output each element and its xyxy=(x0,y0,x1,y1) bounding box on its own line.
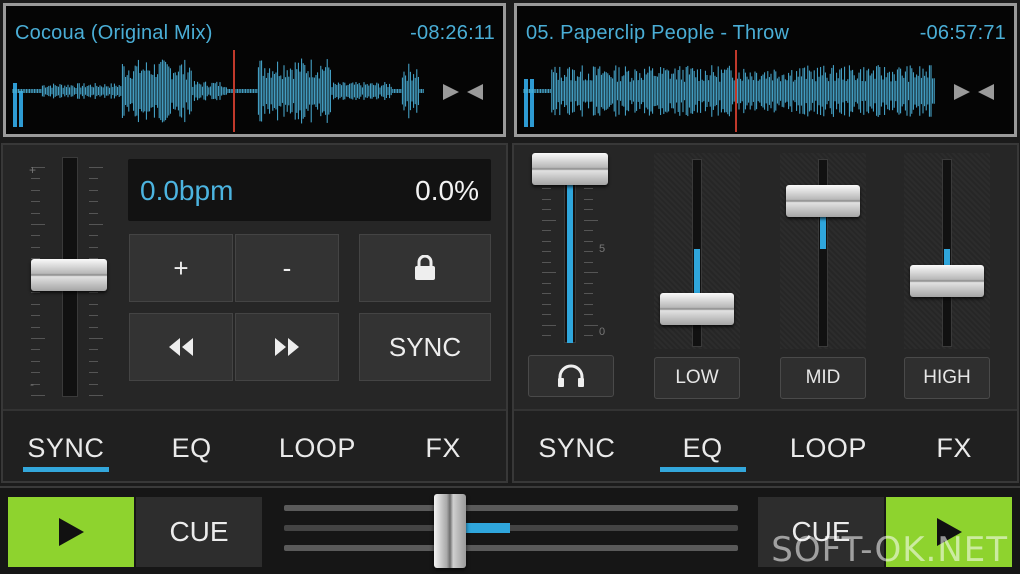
rewind-icon xyxy=(169,338,193,356)
deck-left-tab-bar: SYNC EQ LOOP FX xyxy=(3,409,506,481)
deck-left-waveform-graph[interactable] xyxy=(12,50,424,132)
deck-right-remaining-time: -06:57:71 xyxy=(919,22,1006,44)
crossfader-position-fill xyxy=(462,523,510,533)
crossfader-rail-bottom xyxy=(284,545,738,551)
headphones-icon xyxy=(558,364,584,387)
eq-low-label: LOW xyxy=(675,367,719,388)
headphones-cue-button[interactable] xyxy=(528,355,614,397)
deck-left-track-title: Cocoua (Original Mix) xyxy=(15,22,213,44)
pitch-percent-value: 0.0% xyxy=(415,175,479,206)
crossfader-handle[interactable] xyxy=(434,494,466,568)
eq-low-handle[interactable] xyxy=(660,293,734,325)
pitch-minus-mark: - xyxy=(30,377,34,391)
sync-button[interactable]: SYNC xyxy=(359,313,491,381)
sync-button-label: SYNC xyxy=(388,331,462,362)
tab-sync[interactable]: SYNC xyxy=(514,411,640,481)
deck-right-control-panel: 5 0 LOW MID HIGH SYNC EQ LOOP FX xyxy=(512,143,1019,483)
eq-high-kill-button[interactable]: HIGH xyxy=(904,357,990,399)
deck-right-waveform[interactable]: 05. Paperclip People - Throw -06:57:71 xyxy=(514,3,1017,137)
deck-left-control-panel: + - 0.0bpm 0.0% + - SYNC SYNC EQ LOOP FX xyxy=(1,143,508,483)
play-icon xyxy=(59,518,84,546)
tab-loop[interactable]: LOOP xyxy=(255,411,381,481)
pitch-bend-up-button[interactable] xyxy=(235,313,339,381)
deck-left-waveform[interactable]: Cocoua (Original Mix) -08:26:11 xyxy=(3,3,506,137)
lock-icon xyxy=(415,255,435,280)
deck-right-waveform-graph[interactable] xyxy=(523,50,935,132)
crossfader-rail-top xyxy=(284,505,738,511)
transport-bar: CUE CUE SOFT-OK.NET xyxy=(0,486,1020,574)
eq-mid-handle[interactable] xyxy=(786,185,860,217)
deck-right-nudge-arrows-icon[interactable] xyxy=(950,80,1000,104)
pitch-minus-button[interactable]: - xyxy=(235,234,339,302)
tab-fx[interactable]: FX xyxy=(891,411,1017,481)
deck-left-cue-label: CUE xyxy=(169,516,229,547)
tab-sync[interactable]: SYNC xyxy=(3,411,129,481)
crossfader-rail-middle xyxy=(284,525,738,531)
eq-mid-label: MID xyxy=(805,367,841,388)
eq-mid-level-fill xyxy=(820,217,826,249)
tab-fx[interactable]: FX xyxy=(380,411,506,481)
pitch-bend-down-button[interactable] xyxy=(129,313,233,381)
volume-scale-5: 5 xyxy=(599,243,606,255)
tab-loop[interactable]: LOOP xyxy=(766,411,892,481)
eq-low-level-fill xyxy=(694,249,700,297)
volume-fader-scale-right xyxy=(584,167,598,337)
volume-scale-0: 0 xyxy=(599,326,606,338)
bpm-display: 0.0bpm 0.0% xyxy=(128,159,491,221)
volume-fader-scale-left xyxy=(542,167,556,337)
pitch-minus-label: - xyxy=(282,252,292,283)
pitch-plus-button[interactable]: + xyxy=(129,234,233,302)
bpm-value: 0.0bpm xyxy=(140,175,234,206)
eq-low-kill-button[interactable]: LOW xyxy=(654,357,740,399)
pitch-plus-label: + xyxy=(173,252,189,283)
tab-eq[interactable]: EQ xyxy=(640,411,766,481)
fast-forward-icon xyxy=(275,338,299,356)
volume-fader-fill xyxy=(567,175,573,343)
volume-fader-handle[interactable] xyxy=(532,153,608,185)
pitch-fader-handle[interactable] xyxy=(31,259,107,291)
eq-mid-kill-button[interactable]: MID xyxy=(780,357,866,399)
pitch-plus-mark: + xyxy=(29,163,37,177)
key-lock-button[interactable] xyxy=(359,234,491,302)
deck-left-play-button[interactable] xyxy=(8,497,134,567)
deck-left-remaining-time: -08:26:11 xyxy=(410,22,495,44)
deck-right-tab-bar: SYNC EQ LOOP FX xyxy=(514,409,1017,481)
eq-high-handle[interactable] xyxy=(910,265,984,297)
deck-left-cue-button[interactable]: CUE xyxy=(136,497,262,567)
tab-eq[interactable]: EQ xyxy=(129,411,255,481)
deck-right-track-title: 05. Paperclip People - Throw xyxy=(526,22,790,44)
watermark: SOFT-OK.NET xyxy=(771,530,1008,570)
deck-left-nudge-arrows-icon[interactable] xyxy=(439,80,489,104)
eq-high-label: HIGH xyxy=(923,367,971,388)
